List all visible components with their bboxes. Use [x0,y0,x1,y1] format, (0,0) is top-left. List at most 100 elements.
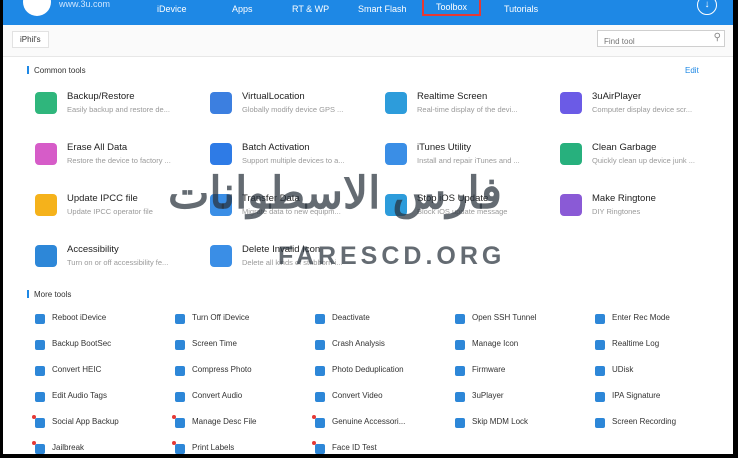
more-tool-compress-photo[interactable]: Compress Photo [175,365,305,379]
new-badge [312,415,316,419]
search-icon[interactable]: ⚲ [714,32,721,43]
more-tool-screen-time[interactable]: Screen Time [175,339,305,353]
nav-idevice[interactable]: iDevice [157,4,187,14]
more-tool-manage-icon[interactable]: Manage Icon [455,339,585,353]
more-tool-label: Backup BootSec [52,339,112,348]
download-icon[interactable]: ↓ [697,0,717,15]
more-tool-realtime-log[interactable]: Realtime Log [595,339,725,353]
more-tool-manage-desc-file[interactable]: Manage Desc File [172,415,305,431]
more-tool-social-app-backup[interactable]: Social App Backup [32,415,165,431]
more-tool-label: Deactivate [332,313,370,322]
tool-accessibility[interactable]: Accessibility Turn on or off accessibilit… [35,244,205,274]
more-tool-genuine-accessori[interactable]: Genuine Accessori... [312,415,445,431]
more-tool-label: Convert Video [332,391,383,400]
tool-backup-restore[interactable]: Backup/Restore Easily backup and restore … [35,91,205,121]
more-tool-photo-deduplication[interactable]: Photo Deduplication [315,365,445,379]
nav-toolbox[interactable]: Toolbox [422,0,482,16]
more-tool-firmware[interactable]: Firmware [455,365,585,379]
tool-clean-garbage[interactable]: Clean Garbage Quickly clean up device jun… [560,142,730,172]
device-tab[interactable]: iPhil's [12,31,49,48]
tool-name: VirtualLocation [242,91,305,102]
tool-update-ipcc-file[interactable]: Update IPCC file Update IPCC operator fil… [35,193,205,223]
section-marker [27,66,29,74]
reboot-idevice-icon [35,314,45,324]
3uplayer-icon [455,392,465,402]
more-tool-label: UDisk [612,365,634,374]
tool-description: Migrate data to new equipm... [242,207,341,216]
more-tool-reboot-idevice[interactable]: Reboot iDevice [35,313,165,327]
tool-name: Update IPCC file [67,193,138,204]
tool-transfer-data[interactable]: Transfer Data Migrate data to new equipm.… [210,193,380,223]
more-tool-deactivate[interactable]: Deactivate [315,313,445,327]
tool-stop-ios-update[interactable]: Stop iOS Update Block iOS update message [385,193,555,223]
app-window: www.3u.com iDevice Apps RT & WP Smart Fl… [3,0,733,454]
more-tool-print-labels[interactable]: Print Labels [172,441,305,454]
nav-rt-wp[interactable]: RT & WP [292,4,329,14]
more-tool-convert-audio[interactable]: Convert Audio [175,391,305,405]
more-tool-crash-analysis[interactable]: Crash Analysis [315,339,445,353]
edit-button[interactable]: Edit [685,66,699,75]
realtime-log-icon [595,340,605,350]
more-tool-label: Turn Off iDevice [192,313,250,322]
more-tool-label: Reboot iDevice [52,313,107,322]
tool-make-ringtone[interactable]: Make Ringtone DIY Ringtones [560,193,730,223]
more-tool-jailbreak[interactable]: Jailbreak [32,441,165,454]
tool-realtime-screen[interactable]: Realtime Screen Real-time display of the … [385,91,555,121]
nav-smart-flash[interactable]: Smart Flash [358,4,407,14]
accessibility-icon [35,245,57,267]
more-tool-enter-rec-mode[interactable]: Enter Rec Mode [595,313,725,327]
3uairplayer-icon [560,92,582,114]
tool-description: Block iOS update message [417,207,508,216]
more-tool-udisk[interactable]: UDisk [595,365,725,379]
more-tool-label: Face ID Test [332,443,377,452]
more-tool-label: Edit Audio Tags [52,391,108,400]
more-tool-label: Crash Analysis [332,339,385,348]
tool-description: DIY Ringtones [592,207,641,216]
more-tool-convert-video[interactable]: Convert Video [315,391,445,405]
convert-audio-icon [175,392,185,402]
nav-apps[interactable]: Apps [232,4,253,14]
ipa-signature-icon [595,392,605,402]
more-tool-label: Convert HEIC [52,365,102,374]
more-tool-label: Photo Deduplication [332,365,404,374]
nav-tutorials[interactable]: Tutorials [504,4,538,14]
tool-name: Stop iOS Update [417,193,489,204]
tool-name: Realtime Screen [417,91,488,102]
tool-name: Clean Garbage [592,142,657,153]
manage-desc-file-icon [175,418,185,428]
social-app-backup-icon [35,418,45,428]
more-tool-open-ssh-tunnel[interactable]: Open SSH Tunnel [455,313,585,327]
more-tool-3uplayer[interactable]: 3uPlayer [455,391,585,405]
more-tool-backup-bootsec[interactable]: Backup BootSec [35,339,165,353]
tool-description: Easily backup and restore de... [67,105,170,114]
tool-erase-all-data[interactable]: Erase All Data Restore the device to fact… [35,142,205,172]
backup-bootsec-icon [35,340,45,350]
tool-virtuallocation[interactable]: VirtualLocation Globally modify device GP… [210,91,380,121]
more-tool-edit-audio-tags[interactable]: Edit Audio Tags [35,391,165,405]
more-tool-ipa-signature[interactable]: IPA Signature [595,391,725,405]
skip-mdm-lock-icon [455,418,465,428]
compress-photo-icon [175,366,185,376]
tool-itunes-utility[interactable]: iTunes Utility Install and repair iTunes … [385,142,555,172]
more-tool-skip-mdm-lock[interactable]: Skip MDM Lock [455,417,585,431]
more-tool-screen-recording[interactable]: Screen Recording [595,417,725,431]
more-tools-heading: More tools [27,290,71,299]
common-tools-title: Common tools [34,66,86,75]
tool-description: Turn on or off accessibility fe... [67,258,169,267]
search-input[interactable] [602,36,706,47]
tool-batch-activation[interactable]: Batch Activation Support multiple devices… [210,142,380,172]
more-tool-label: Screen Recording [612,417,677,426]
tool-name: Transfer Data [242,193,300,204]
update-ipcc-file-icon [35,194,57,216]
tool-delete-invalid-icon[interactable]: Delete Invalid Icon Delete all kinds of s… [210,244,380,274]
top-nav-bar: www.3u.com iDevice Apps RT & WP Smart Fl… [3,0,733,25]
more-tool-label: Jailbreak [52,443,85,452]
more-tool-turn-off-idevice[interactable]: Turn Off iDevice [175,313,305,327]
tool-3uairplayer[interactable]: 3uAirPlayer Computer display device scr..… [560,91,730,121]
more-tool-convert-heic[interactable]: Convert HEIC [35,365,165,379]
more-tool-label: Screen Time [192,339,237,348]
more-tool-face-id-test[interactable]: Face ID Test [312,441,445,454]
make-ringtone-icon [560,194,582,216]
search-box[interactable]: ⚲ [597,30,725,47]
more-tool-label: IPA Signature [612,391,661,400]
